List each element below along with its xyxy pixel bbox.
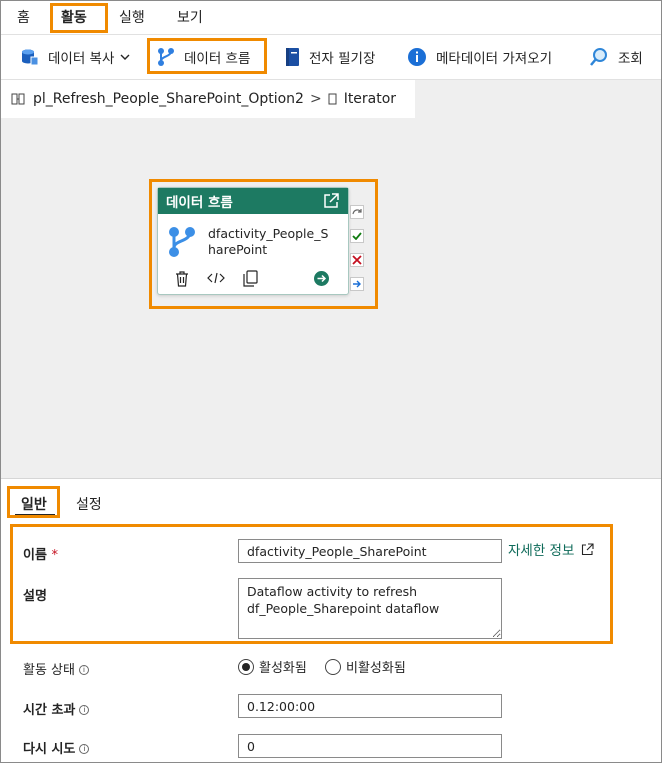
activity-state-label: 활동 상태 i: [23, 659, 89, 678]
breadcrumb-separator: >: [309, 91, 322, 107]
database-icon: [19, 47, 39, 67]
tab-settings[interactable]: 설정: [76, 494, 102, 514]
menu-home[interactable]: 홈: [17, 7, 30, 27]
menu-run[interactable]: 실행: [119, 7, 145, 27]
get-metadata-label: 메타데이터 가져오기: [436, 51, 553, 67]
search-icon: [589, 47, 609, 67]
radio-selected-icon: [238, 658, 254, 675]
menu-view[interactable]: 보기: [177, 7, 203, 27]
pipeline-editor: 홈 활동 실행 보기 데이터 복사 데이터 흐름 전자 필기장 메타데이터 가져…: [0, 0, 662, 763]
info-icon[interactable]: i: [78, 665, 89, 675]
info-icon: [407, 47, 427, 67]
info-icon[interactable]: i: [79, 744, 90, 754]
info-icon[interactable]: i: [79, 705, 90, 715]
breadcrumb: pl_Refresh_People_SharePoint_Option2 > I…: [1, 80, 415, 118]
activity-state-label-text: 활동 상태: [23, 663, 75, 678]
retry-label: 다시 시도 i: [23, 738, 90, 757]
pipeline-icon: [11, 93, 27, 105]
timeout-field[interactable]: [238, 694, 502, 718]
state-enabled-label: 활성화됨: [259, 661, 307, 676]
lookup-label: 조회: [618, 51, 643, 67]
lookup-button[interactable]: 조회: [589, 35, 643, 79]
timeout-label-text: 시간 초과: [23, 703, 76, 718]
notebook-label: 전자 필기장: [309, 51, 376, 67]
state-enabled-radio[interactable]: 활성화됨: [238, 657, 307, 676]
copy-data-label: 데이터 복사: [48, 51, 115, 67]
breadcrumb-current: Iterator: [343, 91, 397, 107]
retry-field[interactable]: [238, 734, 502, 758]
menu-activities-highlight: [50, 3, 108, 33]
breadcrumb-pipeline[interactable]: pl_Refresh_People_SharePoint_Option2: [33, 91, 304, 107]
state-disabled-label: 비활성화됨: [346, 661, 406, 676]
get-metadata-button[interactable]: 메타데이터 가져오기: [407, 35, 552, 79]
timeout-label: 시간 초과 i: [23, 699, 90, 718]
notebook-button[interactable]: 전자 필기장: [284, 35, 375, 79]
state-disabled-radio[interactable]: 비활성화됨: [325, 657, 406, 676]
iterator-icon: [328, 93, 338, 105]
dataflow-button-highlight: [147, 38, 267, 74]
retry-label-text: 다시 시도: [23, 742, 76, 757]
activities-toolbar: 데이터 복사 데이터 흐름 전자 필기장 메타데이터 가져오기 조회: [1, 34, 661, 80]
copy-data-button[interactable]: 데이터 복사: [19, 35, 130, 79]
name-description-highlight: [10, 524, 613, 644]
activity-card-highlight: [149, 179, 378, 309]
general-tab-highlight: [7, 486, 60, 518]
radio-unselected-icon: [325, 658, 341, 675]
chevron-down-icon[interactable]: [120, 52, 130, 62]
notebook-icon: [284, 47, 300, 67]
